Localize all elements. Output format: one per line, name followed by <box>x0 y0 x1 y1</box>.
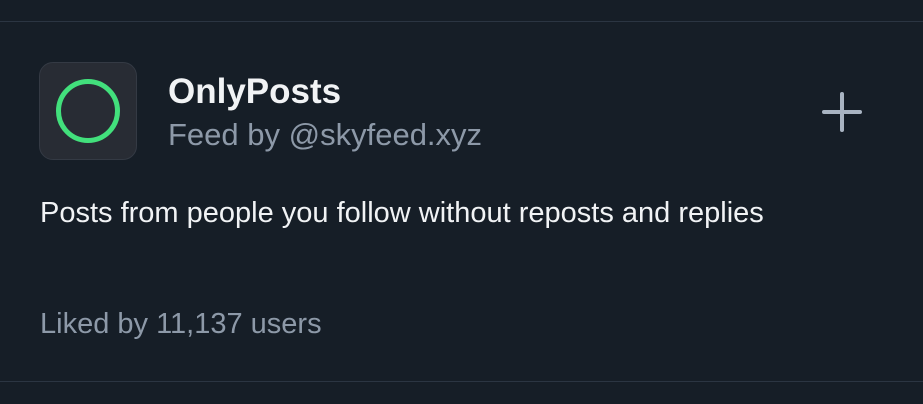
feed-description: Posts from people you follow without rep… <box>40 197 764 229</box>
plus-icon <box>822 92 862 132</box>
feed-avatar <box>39 62 137 160</box>
feed-title: OnlyPosts <box>168 72 342 111</box>
green-ring-icon <box>56 79 120 143</box>
add-feed-button[interactable] <box>812 86 872 138</box>
feed-author: Feed by @skyfeed.xyz <box>168 117 483 152</box>
feed-likes-count: Liked by 11,137 users <box>40 308 322 340</box>
feed-card[interactable]: OnlyPosts Feed by @skyfeed.xyz Posts fro… <box>0 22 923 381</box>
bottom-divider <box>0 381 923 382</box>
